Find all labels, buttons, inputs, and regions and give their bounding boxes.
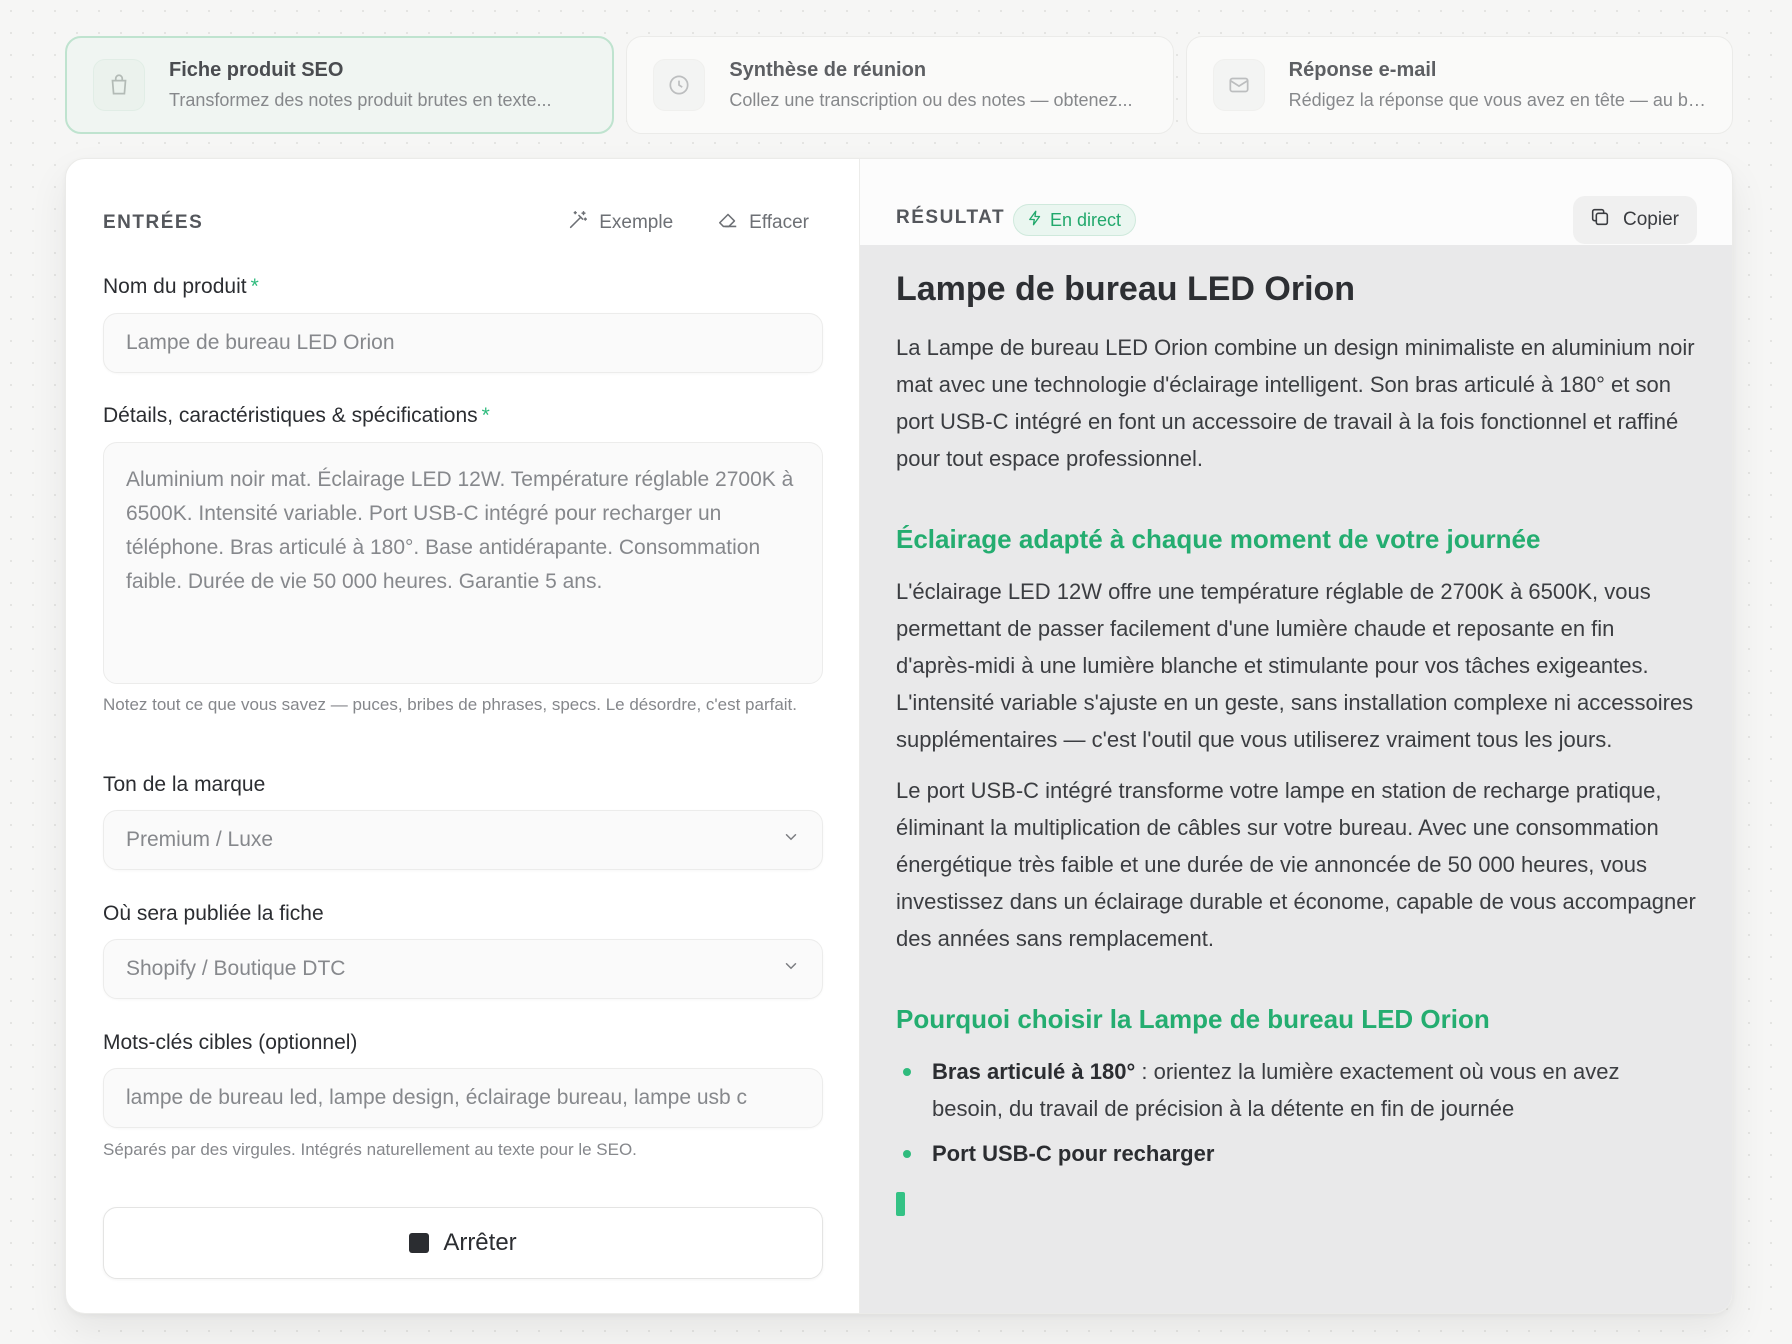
magic-wand-icon [567, 209, 589, 237]
required-mark: * [250, 275, 259, 298]
stop-label: Arrêter [443, 1229, 517, 1256]
template-desc: Transformez des notes produit brutes en … [169, 90, 552, 110]
output-title: Lampe de bureau LED Orion [896, 270, 1356, 308]
example-button[interactable]: Exemple [567, 209, 673, 237]
template-card-seo[interactable]: Fiche produit SEO Transformez des notes … [65, 36, 615, 134]
copy-button[interactable]: Copier [1573, 196, 1697, 244]
clear-label: Effacer [749, 212, 809, 233]
template-title: Synthèse de réunion [729, 59, 927, 81]
inputs-section-title: ENTRÉES [103, 212, 204, 233]
editor-card: ENTRÉES Exemple Effacer Nom du produit* [65, 158, 1733, 1314]
product-name-input[interactable]: Lampe de bureau LED Orion [103, 313, 823, 373]
clock-icon [653, 59, 706, 111]
stop-button[interactable]: Arrêter [103, 1207, 823, 1279]
keywords-label: Mots-clés cibles (optionnel) [103, 1031, 358, 1054]
keywords-hint: Séparés par des virgules. Intégrés natur… [103, 1140, 637, 1159]
inputs-panel: ENTRÉES Exemple Effacer Nom du produit* [66, 159, 860, 1313]
details-hint: Notez tout ce que vous savez — puces, br… [103, 695, 798, 714]
details-label: Détails, caractéristiques & spécificatio… [103, 404, 490, 427]
product-name-label: Nom du produit * [103, 275, 259, 298]
template-selector: Fiche produit SEO Transformez des notes … [65, 36, 1733, 134]
template-card-email[interactable]: Réponse e-mail Rédigez la réponse que vo… [1185, 36, 1733, 134]
required-mark: * [481, 404, 490, 427]
output-bullet-list: Bras articulé à 180° : orientez la lumiè… [896, 1053, 1696, 1172]
template-desc: Rédigez la réponse que vous avez en tête… [1288, 90, 1712, 110]
platform-select[interactable]: Shopify / Boutique DTC [103, 939, 823, 999]
output-paragraph: L'éclairage LED 12W offre une températur… [896, 579, 1694, 752]
lightning-icon [1026, 209, 1044, 232]
details-textarea[interactable]: Aluminium noir mat. Éclairage LED 12W. T… [103, 442, 823, 684]
result-section-title: RÉSULTAT [896, 207, 1006, 228]
output-paragraph: Le port USB-C intégré transforme votre l… [896, 778, 1696, 951]
bag-icon [93, 59, 145, 111]
list-item: Bras articulé à 180° : orientez la lumiè… [896, 1053, 1696, 1127]
output-intro: La Lampe de bureau LED Orion combine un … [896, 335, 1695, 471]
output-heading-1: Éclairage adapté à chaque moment de votr… [896, 524, 1541, 554]
chevron-down-icon [782, 828, 800, 852]
stop-icon [409, 1233, 430, 1253]
template-desc: Collez une transcription ou des notes — … [729, 90, 1133, 110]
template-card-meeting[interactable]: Synthèse de réunion Collez une transcrip… [626, 36, 1174, 134]
chevron-down-icon [782, 957, 800, 981]
tone-label: Ton de la marque [103, 773, 266, 796]
tone-select[interactable]: Premium / Luxe [103, 810, 823, 870]
example-label: Exemple [599, 212, 674, 233]
clear-button[interactable]: Effacer [717, 209, 809, 237]
output-heading-2: Pourquoi choisir la Lampe de bureau LED … [896, 1004, 1490, 1034]
streaming-cursor [896, 1192, 905, 1216]
platform-label: Où sera publiée la fiche [103, 902, 324, 925]
result-panel: RÉSULTAT En direct Copier Lampe de burea… [860, 159, 1732, 1313]
template-title: Fiche produit SEO [169, 59, 344, 81]
template-title: Réponse e-mail [1288, 59, 1437, 81]
keywords-input[interactable]: lampe de bureau led, lampe design, éclai… [103, 1068, 823, 1128]
list-item: Port USB-C pour recharger [896, 1135, 1696, 1172]
mail-icon [1212, 59, 1265, 111]
eraser-icon [717, 209, 739, 237]
generated-output: Lampe de bureau LED Orion La Lampe de bu… [896, 267, 1696, 1221]
copy-icon [1589, 206, 1611, 234]
live-badge: En direct [1013, 204, 1137, 236]
